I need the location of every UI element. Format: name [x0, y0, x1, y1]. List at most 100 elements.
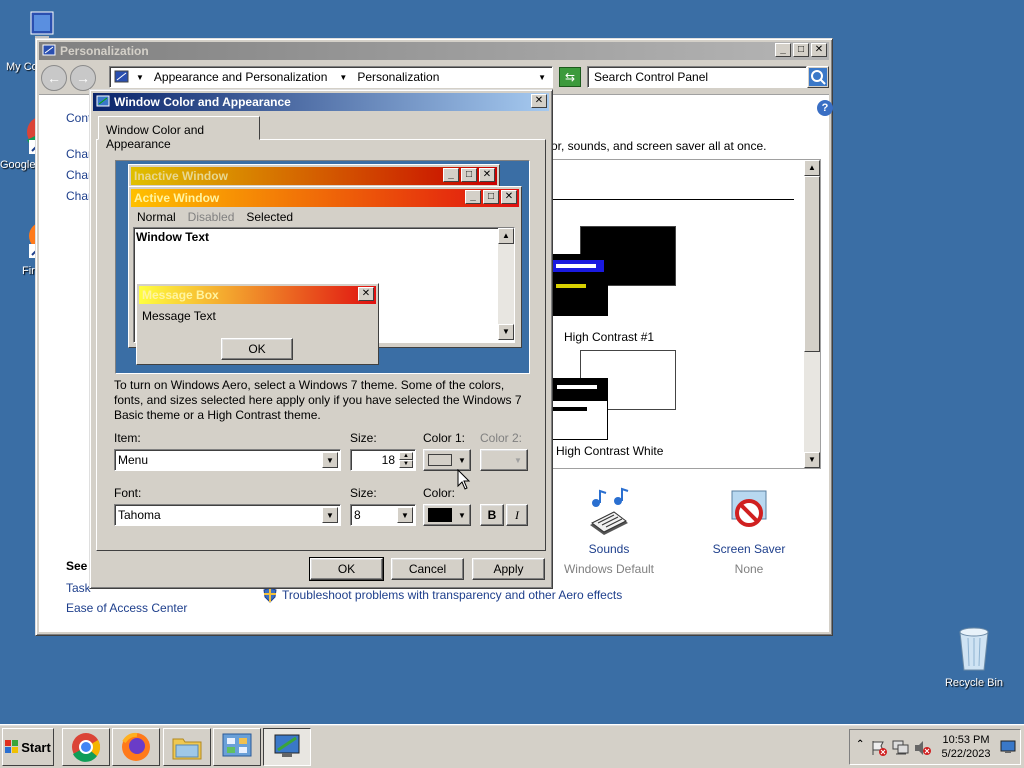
appearance-preview[interactable]: Inactive Window _ □ ✕ Active Window _ □ … — [115, 160, 530, 374]
control-panel-icon — [42, 44, 56, 56]
preview-active-titlebar: Active Window _ □ ✕ — [131, 189, 519, 207]
item-select-value: Menu — [118, 453, 149, 467]
theme-high-contrast-1[interactable]: High Contrast #1 — [552, 224, 696, 348]
firefox-icon — [122, 732, 150, 761]
scroll-up-icon: ▲ — [498, 228, 514, 244]
item-size-label: Size: — [350, 431, 377, 445]
bold-toggle[interactable]: B — [480, 504, 504, 526]
address-bar[interactable]: ▼ Appearance and Personalization ▼ Perso… — [109, 66, 553, 88]
preview-window-text: Window Text — [136, 230, 209, 244]
theme-preview-line — [556, 264, 596, 268]
theme-label: High Contrast #1 — [564, 330, 655, 344]
desktop-icon-recycle-bin[interactable]: Recycle Bin — [939, 624, 1009, 689]
preview-menu-disabled: Disabled — [187, 210, 235, 224]
troubleshoot-link[interactable]: Troubleshoot problems with transparency … — [282, 588, 622, 602]
preview-message-title: Message Box — [142, 288, 219, 302]
sounds-setting[interactable]: Sounds Windows Default — [559, 487, 659, 577]
clock-time: 10:53 PM — [942, 734, 990, 746]
font-select[interactable]: Tahoma ▼ — [114, 504, 341, 526]
screen-saver-value: None — [734, 562, 764, 576]
back-button[interactable]: ← — [41, 65, 67, 91]
theme-list: High Contrast #1 High Contrast White ▲ ▼ — [551, 159, 821, 469]
breadcrumb-chevron-icon[interactable]: ▼ — [339, 73, 347, 82]
item-select[interactable]: Menu ▼ — [114, 449, 341, 471]
action-center-flag-icon[interactable] — [870, 740, 888, 756]
address-dropdown-icon[interactable]: ▼ — [538, 73, 546, 82]
close-button[interactable]: ✕ — [811, 43, 827, 57]
breadcrumb-chevron-icon[interactable]: ▼ — [136, 73, 144, 82]
theme-preview-line — [553, 407, 587, 411]
font-size-value: 8 — [354, 508, 361, 522]
control-panel-icon — [222, 733, 252, 757]
search-button[interactable] — [807, 66, 829, 88]
scroll-up-button[interactable]: ▲ — [804, 160, 820, 176]
color2-label: Color 2: — [480, 431, 523, 445]
shield-icon — [263, 587, 277, 603]
left-link[interactable]: Cont — [66, 111, 91, 125]
font-color-picker[interactable]: ▼ — [423, 504, 471, 526]
theme-list-divider — [552, 199, 794, 200]
taskbar-firefox[interactable] — [112, 728, 160, 766]
item-size-stepper[interactable]: 18 ▲ ▼ — [350, 449, 416, 471]
tab-window-color[interactable]: Window Color and Appearance — [98, 116, 260, 151]
stepper-up-icon[interactable]: ▲ — [399, 452, 413, 460]
search-input[interactable]: Search Control Panel — [587, 66, 807, 88]
minimize-button[interactable]: _ — [775, 43, 791, 57]
theme-preview-line — [557, 385, 597, 389]
volume-muted-icon[interactable] — [914, 740, 932, 756]
scroll-thumb[interactable] — [804, 176, 820, 352]
mouse-cursor-icon — [457, 469, 471, 490]
forward-button[interactable]: → — [70, 65, 96, 91]
taskbar-display-settings[interactable] — [263, 728, 311, 766]
taskbar-chrome[interactable] — [62, 728, 110, 766]
color1-label: Color 1: — [423, 431, 466, 445]
font-size-select[interactable]: 8 ▼ — [350, 504, 416, 526]
breadcrumb-item[interactable]: Appearance and Personalization — [154, 70, 327, 84]
dialog-titlebar[interactable]: Window Color and Appearance ✕ — [93, 93, 549, 111]
maximize-button[interactable]: □ — [793, 43, 809, 57]
apply-button[interactable]: Apply — [472, 558, 545, 580]
taskbar-control-panel[interactable] — [213, 728, 261, 766]
theme-preview-line — [556, 284, 586, 288]
preview-message-box: Message Box ✕ Message Text OK — [136, 283, 379, 365]
taskbar-link[interactable]: Task — [66, 581, 91, 595]
scroll-down-button[interactable]: ▼ — [804, 452, 820, 468]
preview-active-title: Active Window — [134, 191, 220, 205]
chrome-icon — [72, 733, 101, 762]
cancel-button[interactable]: Cancel — [391, 558, 464, 580]
ease-of-access-link[interactable]: Ease of Access Center — [66, 601, 187, 615]
taskbar-explorer[interactable] — [163, 728, 211, 766]
screen-saver-setting[interactable]: Screen Saver None — [699, 487, 799, 577]
folder-icon — [172, 738, 202, 760]
color2-picker[interactable]: ▼ — [480, 449, 528, 471]
ok-button[interactable]: OK — [309, 557, 384, 581]
preview-inactive-title: Inactive Window — [134, 169, 228, 183]
search-icon — [809, 68, 827, 86]
font-select-value: Tahoma — [118, 508, 161, 522]
dialog-title: Window Color and Appearance — [114, 95, 291, 109]
maximize-icon: □ — [461, 168, 477, 182]
network-icon[interactable] — [892, 740, 910, 756]
personalization-titlebar[interactable]: Personalization _ □ ✕ — [39, 42, 829, 60]
italic-toggle[interactable]: I — [506, 504, 528, 526]
theme-high-contrast-white[interactable]: High Contrast White — [552, 350, 706, 466]
clock[interactable]: 10:53 PM 5/22/2023 — [938, 733, 994, 761]
preview-message-text: Message Text — [142, 309, 216, 323]
preview-message-titlebar: Message Box ✕ — [139, 286, 376, 304]
tab-panel: Inactive Window _ □ ✕ Active Window _ □ … — [96, 139, 546, 551]
stepper-down-icon[interactable]: ▼ — [399, 460, 413, 468]
color1-picker[interactable]: ▼ — [423, 449, 471, 471]
dropdown-arrow-icon: ▼ — [458, 510, 466, 520]
font-size-label: Size: — [350, 486, 377, 500]
scroll-down-icon: ▼ — [498, 324, 514, 340]
start-button[interactable]: Start — [2, 728, 54, 766]
refresh-icon[interactable]: ⇆ — [559, 67, 581, 87]
help-icon[interactable]: ? — [817, 100, 833, 116]
show-desktop-icon[interactable] — [1000, 739, 1016, 755]
theme-list-scrollbar[interactable]: ▲ ▼ — [804, 160, 820, 468]
breadcrumb-item[interactable]: Personalization — [357, 70, 439, 84]
font-label: Font: — [114, 486, 142, 500]
troubleshoot-link-row[interactable]: Troubleshoot problems with transparency … — [263, 587, 622, 603]
show-hidden-icons-icon[interactable]: ⌃ — [856, 739, 864, 750]
dialog-close-button[interactable]: ✕ — [531, 94, 547, 108]
